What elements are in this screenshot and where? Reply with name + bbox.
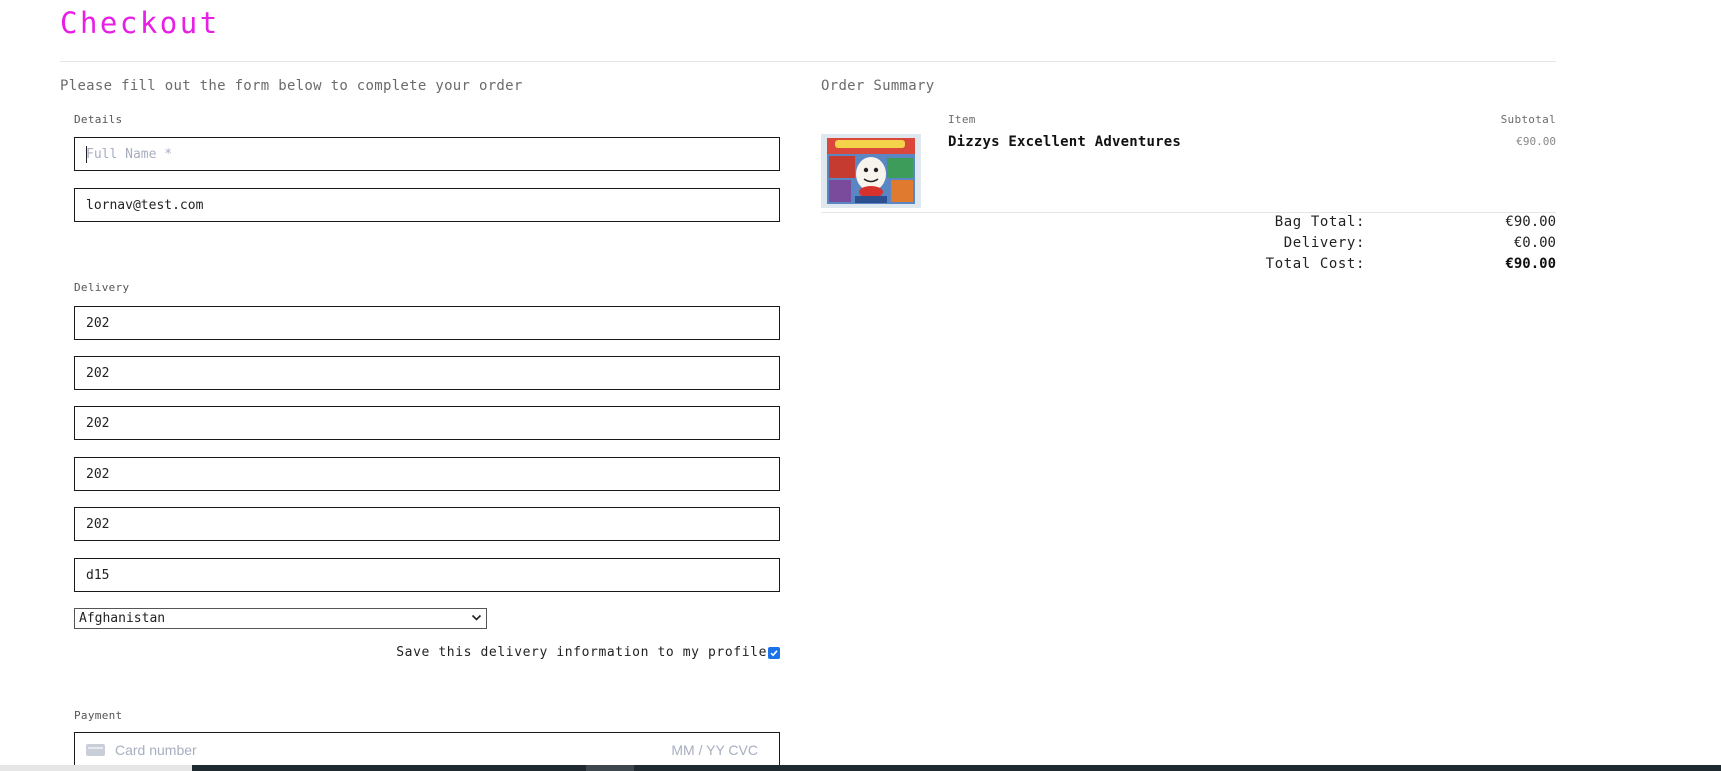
- full-name-input[interactable]: [75, 138, 779, 170]
- card-element[interactable]: Card number MM / YY CVC: [74, 732, 780, 767]
- summary-divider: [821, 212, 1556, 213]
- text-caret: [86, 146, 87, 163]
- item-column-header: Item: [948, 113, 976, 126]
- card-number-placeholder[interactable]: Card number: [115, 733, 197, 766]
- delivery-cost-value: €0.00: [1513, 235, 1556, 251]
- scrollbar-thumb[interactable]: [586, 765, 634, 771]
- street-address-1-input[interactable]: [75, 357, 779, 389]
- subtotal-column-header: Subtotal: [1500, 113, 1556, 126]
- delivery-field-2[interactable]: [74, 356, 780, 390]
- total-cost-label: Total Cost:: [1265, 256, 1365, 272]
- bag-total-value: €90.00: [1505, 214, 1556, 230]
- delivery-legend: Delivery: [74, 281, 130, 294]
- credit-card-icon: [86, 743, 105, 756]
- delivery-field-4[interactable]: [74, 457, 780, 491]
- county-input[interactable]: [75, 508, 779, 540]
- delivery-field-6[interactable]: [74, 558, 780, 592]
- checkmark-icon: [770, 649, 778, 656]
- save-info-checkbox[interactable]: [768, 646, 780, 659]
- country-select[interactable]: Afghanistan: [74, 608, 487, 629]
- bag-total-label: Bag Total:: [1274, 214, 1365, 230]
- payment-legend: Payment: [74, 709, 123, 722]
- product-subtotal: €90.00: [1516, 135, 1556, 148]
- scrollbar-track-start: [0, 765, 192, 771]
- form-intro-text: Please fill out the form below to comple…: [60, 78, 523, 94]
- delivery-field-5[interactable]: [74, 507, 780, 541]
- street-address-2-input[interactable]: [75, 407, 779, 439]
- save-info-label: Save this delivery information to my pro…: [396, 645, 767, 660]
- delivery-field-1[interactable]: [74, 306, 780, 340]
- product-name: Dizzys Excellent Adventures: [948, 134, 1181, 150]
- town-city-input[interactable]: [75, 458, 779, 490]
- total-cost-value: €90.00: [1505, 256, 1556, 272]
- page-title: Checkout: [60, 6, 220, 40]
- details-legend: Details: [74, 113, 123, 126]
- country-selected-value: Afghanistan: [79, 611, 166, 626]
- chevron-down-icon: [471, 612, 482, 626]
- email-input[interactable]: [75, 189, 779, 221]
- full-name-field[interactable]: [74, 137, 780, 171]
- order-summary-title: Order Summary: [821, 78, 935, 94]
- expiry-cvc-placeholder[interactable]: MM / YY CVC: [671, 733, 758, 766]
- delivery-cost-label: Delivery:: [1283, 235, 1365, 251]
- postcode-input[interactable]: [75, 559, 779, 591]
- phone-number-input[interactable]: [75, 307, 779, 339]
- product-image: [821, 134, 921, 208]
- delivery-field-3[interactable]: [74, 406, 780, 440]
- save-info-row: Save this delivery information to my pro…: [396, 645, 780, 660]
- title-divider: [60, 61, 1556, 62]
- email-field[interactable]: [74, 188, 780, 222]
- horizontal-scrollbar[interactable]: [0, 765, 1721, 771]
